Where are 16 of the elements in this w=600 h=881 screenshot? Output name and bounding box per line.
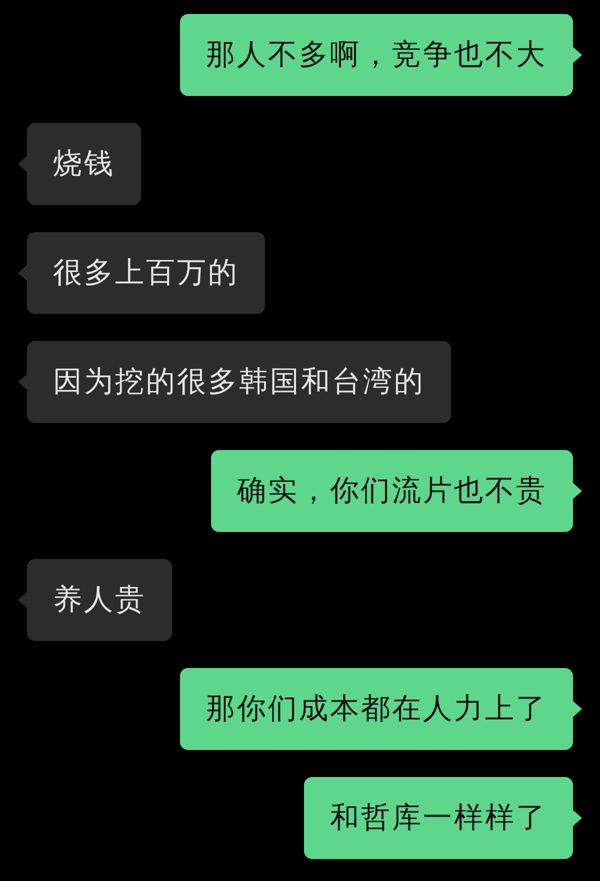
message-bubble: 因为挖的很多韩国和台湾的 <box>27 341 451 423</box>
bubble-tail <box>573 483 582 499</box>
message-bubble: 那人不多啊，竞争也不大 <box>180 14 573 96</box>
bubble-tail <box>18 592 27 608</box>
message-bubble: 那你们成本都在人力上了 <box>180 668 573 750</box>
bubble-tail <box>573 810 582 826</box>
message-bubble: 烧钱 <box>27 123 141 205</box>
message-bubble: 很多上百万的 <box>27 232 265 314</box>
message-bubble: 确实，你们流片也不贵 <box>211 450 573 532</box>
bubble-tail <box>18 156 27 172</box>
bubble-tail <box>18 374 27 390</box>
bubble-tail <box>573 701 582 717</box>
message-bubble: 和哲库一样样了 <box>304 777 573 859</box>
bubble-tail <box>18 265 27 281</box>
message-bubble: 养人贵 <box>27 559 172 641</box>
bubble-tail <box>573 47 582 63</box>
